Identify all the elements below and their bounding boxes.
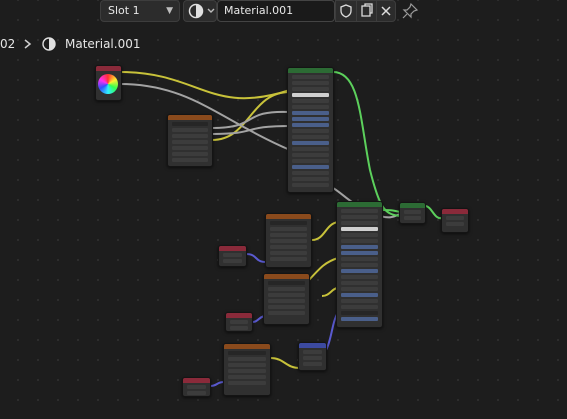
node-editor-canvas[interactable] (0, 0, 567, 419)
image-texture-node-4[interactable] (223, 343, 271, 396)
unlink-material-button[interactable] (376, 0, 396, 22)
image-texture-node-3[interactable] (263, 273, 310, 325)
breadcrumb-current: Material.001 (65, 37, 141, 51)
color-wheel[interactable] (98, 74, 118, 94)
slot-dropdown[interactable]: Slot 1 ▼ (100, 0, 180, 22)
node-links (119, 71, 443, 387)
pin-button[interactable] (400, 1, 420, 21)
slot-label: Slot 1 (108, 4, 140, 17)
principled-bsdf-node-1[interactable] (287, 67, 334, 193)
texture-coordinate-node-3[interactable] (182, 377, 211, 397)
texture-coordinate-node-2[interactable] (225, 312, 253, 332)
texture-coordinate-node-1[interactable] (218, 245, 247, 267)
material-browse-button[interactable] (183, 0, 217, 22)
normal-map-node[interactable] (298, 342, 327, 371)
fake-user-button[interactable] (335, 0, 357, 22)
duplicate-material-button[interactable] (356, 0, 378, 22)
image-texture-node-1[interactable] (167, 114, 213, 167)
principled-bsdf-node-2[interactable] (336, 201, 383, 328)
pin-icon (402, 2, 419, 19)
duplicate-icon (361, 3, 373, 17)
breadcrumb-previous[interactable]: 02 (0, 34, 15, 54)
material-name-text: Material.001 (224, 4, 294, 17)
material-output-node[interactable] (441, 208, 469, 233)
material-sphere-icon (42, 37, 58, 59)
shield-icon (340, 4, 352, 18)
close-icon (381, 6, 391, 16)
node-editor-header: Slot 1 ▼ Material.001 (0, 0, 567, 24)
material-name-field[interactable]: Material.001 (217, 0, 335, 22)
chevron-right-icon (23, 34, 33, 60)
material-sphere-icon (188, 3, 215, 19)
chevron-down-icon: ▼ (166, 6, 173, 16)
mix-shader-node[interactable] (399, 202, 426, 224)
image-texture-node-2[interactable] (265, 213, 312, 268)
